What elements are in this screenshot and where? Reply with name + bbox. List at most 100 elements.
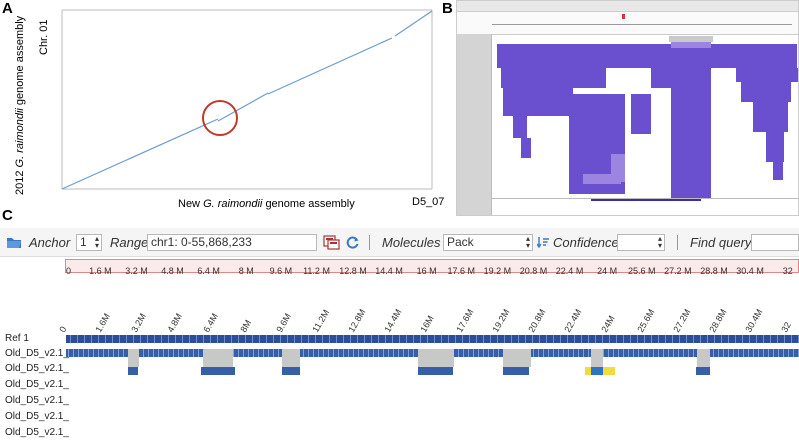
molecule-track-stripe (108, 349, 109, 357)
ref-track-stripe (602, 335, 603, 343)
ref-track-stripe (567, 335, 568, 343)
ref-track-stripe (294, 335, 295, 343)
ref-track-stripe (392, 335, 393, 343)
molecule-track-stripe (263, 349, 264, 357)
dotplot-x-tick: D5_07 (412, 196, 445, 208)
alignment-tracks (66, 335, 799, 375)
ref-track-stripe (609, 335, 610, 343)
molecule-track-stripe (278, 349, 279, 357)
ruler-tick-label: 14.4 M (375, 266, 403, 276)
molecule-track-stripe (763, 349, 764, 357)
ref-track-stripe (616, 335, 617, 343)
molecule-track-stripe (723, 349, 724, 357)
molecule-track-stripe (238, 349, 239, 357)
molecule-track-stripe (318, 349, 319, 357)
molecule-track-stripe (158, 349, 159, 357)
ref-track-stripe (413, 335, 414, 343)
molecule-track-stripe (758, 349, 759, 357)
molecule-track-stripe (653, 349, 654, 357)
alignment-line (61, 10, 433, 190)
ref-track-stripe (679, 335, 680, 343)
molecule-track-stripe (643, 349, 644, 357)
molecule-track-stripe (658, 349, 659, 357)
find-query-input[interactable] (751, 234, 799, 251)
ref-track-stripe (630, 335, 631, 343)
ref-track-stripe (371, 335, 372, 343)
ref-track-stripe (175, 335, 176, 343)
molecule-track-stripe (613, 349, 614, 357)
zoom-region-icon[interactable] (323, 235, 340, 250)
highlight-circle (202, 100, 238, 136)
ref-track-stripe (406, 335, 407, 343)
molecule-fragment (201, 367, 235, 375)
ref-track-stripe (252, 335, 253, 343)
molecule-track-stripe (363, 349, 364, 357)
molecule-track-stripe (303, 349, 304, 357)
molecule-track-stripe (463, 349, 464, 357)
molecule-track-stripe (148, 349, 149, 357)
ref-track-stripe (770, 335, 771, 343)
molecule-track-stripe (393, 349, 394, 357)
gap-connector (203, 357, 233, 367)
anchor-stepper[interactable]: 1 ▴ ▾ (76, 234, 102, 251)
ref-track-stripe (735, 335, 736, 343)
range-input[interactable]: chr1: 0-55,868,233 (147, 234, 317, 251)
molecule-track-stripe (343, 349, 344, 357)
molecule-track-stripe (408, 349, 409, 357)
ref-track-stripe (210, 335, 211, 343)
toolbar-separator-2 (677, 235, 678, 250)
ref-track-stripe (231, 335, 232, 343)
molecule-track-stripe (773, 349, 774, 357)
ref-track-stripe (455, 335, 456, 343)
molecule-track-stripe (718, 349, 719, 357)
ref-track-stripe (322, 335, 323, 343)
ref-track-stripe (637, 335, 638, 343)
molecule-track-stripe (73, 349, 74, 357)
ref-track-stripe (336, 335, 337, 343)
folder-icon[interactable] (6, 236, 22, 249)
ref-track-stripe (266, 335, 267, 343)
ref-track-stripe (168, 335, 169, 343)
ref-track-stripe (518, 335, 519, 343)
ruler-tick-label: 30.4 M (736, 266, 764, 276)
refresh-icon[interactable] (345, 235, 360, 250)
ref-track-stripe (749, 335, 750, 343)
molecule-track-stripe (693, 349, 694, 357)
ruler-tick-label: 25.6 M (628, 266, 656, 276)
ruler-tick-label: 4.8 M (161, 266, 184, 276)
ref-track-stripe (280, 335, 281, 343)
ref-track-stripe (490, 335, 491, 343)
gap-region (503, 349, 531, 357)
molecule-track-stripe (163, 349, 164, 357)
gap-region (697, 349, 710, 357)
ref-track-stripe (707, 335, 708, 343)
molecule-track-stripe (673, 349, 674, 357)
gap-region (282, 349, 300, 357)
molecule-track-stripe (88, 349, 89, 357)
igv-toolbar (457, 1, 798, 12)
ref-track-stripe (301, 335, 302, 343)
ref-track-stripe (441, 335, 442, 343)
molecule-track-stripe (368, 349, 369, 357)
ref-track-stripe (763, 335, 764, 343)
molecule-track-stripe (348, 349, 349, 357)
gap-connector (282, 357, 300, 367)
molecule-track-stripe (373, 349, 374, 357)
x-label-suffix: genome assembly (265, 198, 355, 210)
molecules-select[interactable]: Pack ▴ ▾ (443, 234, 533, 251)
select-arrows-icon: ▴ ▾ (525, 234, 530, 250)
molecule-track-stripe (753, 349, 754, 357)
molecule-track-stripe (268, 349, 269, 357)
ref-track-stripe (224, 335, 225, 343)
confidence-select[interactable]: ▴ ▾ (617, 234, 665, 251)
ref-track-stripe (644, 335, 645, 343)
igv-sidebar (457, 34, 492, 215)
ref-track-stripe (315, 335, 316, 343)
molecule-track-stripe (198, 349, 199, 357)
molecule-track-stripe (323, 349, 324, 357)
sort-icon[interactable] (537, 236, 549, 249)
gap-region (203, 349, 233, 357)
molecule-track-stripe (743, 349, 744, 357)
molecule-track-stripe (123, 349, 124, 357)
molecule-track-stripe (578, 349, 579, 357)
